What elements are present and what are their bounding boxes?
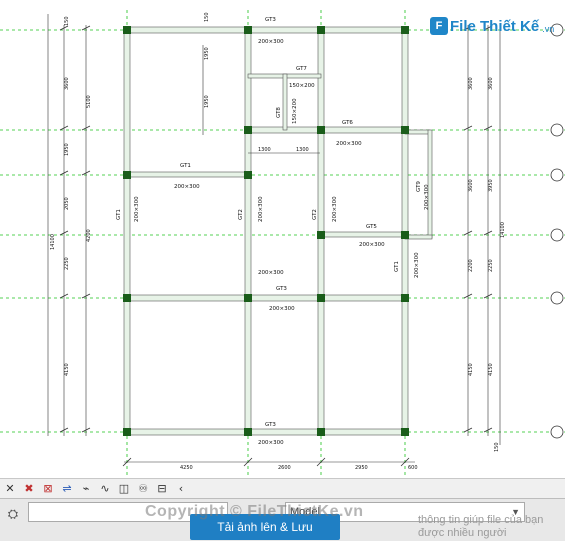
label-section-gt9: 200×300 [424, 184, 430, 210]
label-gt1-h: GT1 [180, 163, 191, 169]
label-gt3-bottom: GT3 [265, 422, 276, 428]
unlink-icon[interactable]: ⌁ [78, 482, 94, 496]
drawing-canvas[interactable]: GT3 GT7 GT6 GT1 GT5 GT3 GT3 200×300 200×… [0, 0, 565, 478]
dim-small-2: 1950 [204, 95, 210, 108]
cut-icon[interactable]: ⊠ [40, 482, 56, 496]
dim-bottom-2: 2600 [278, 465, 291, 471]
dim-right-4: 4150 [468, 363, 474, 376]
dim-right-inner-4: 4150 [488, 363, 494, 376]
dim-total-right: 14100 [500, 222, 506, 238]
grid-bubbles [550, 23, 564, 439]
dim-small-3: 150 [204, 12, 210, 22]
dim-right-inner-2: 3950 [488, 179, 494, 192]
logo-mark-icon: F [430, 17, 448, 35]
beam-labels-vertical: GT1 GT2 GT2 GT1 GT9 GT8 200×300 200×300 … [116, 98, 430, 278]
label-gt5: GT5 [366, 224, 377, 230]
delete-icon[interactable]: ✖ [21, 482, 37, 496]
label-gt3-mid: GT3 [276, 286, 287, 292]
dim-right-inner-3: 2250 [488, 259, 494, 272]
label-gt1-left: GT1 [116, 209, 122, 220]
grid-lines [0, 10, 565, 478]
scroll-left-icon[interactable]: ‹ [173, 482, 189, 496]
label-section-gt2-b: 200×300 [332, 196, 338, 222]
label-section-gt1: 200×300 [174, 184, 200, 190]
dim-mid-2: 1300 [296, 147, 309, 153]
label-section-top: 200×300 [258, 39, 284, 45]
structural-plan: GT3 GT7 GT6 GT1 GT5 GT3 GT3 200×300 200×… [0, 10, 565, 478]
dim-small-4: 150 [494, 442, 500, 452]
label-section-mid2: 200×300 [269, 306, 295, 312]
dim-right-1: 3600 [468, 77, 474, 90]
dim-bottom-4: 600 [408, 465, 418, 471]
filter-icon[interactable]: ⛭ [4, 506, 22, 524]
label-section-bottom: 200×300 [258, 440, 284, 446]
glasses-icon[interactable]: ♾ [135, 482, 151, 496]
label-section-gt2-a: 200×300 [258, 196, 264, 222]
label-section-gt7: 150×200 [289, 83, 315, 89]
label-section-gt1-right: 200×300 [414, 252, 420, 278]
copyright-watermark: Copyright © FileThietKe.vn [145, 503, 364, 520]
hint-text: thông tin giúp file của bạn được nhiều n… [418, 514, 544, 539]
dim-bottom-1: 4250 [180, 465, 193, 471]
camera-icon[interactable]: ◫ [116, 482, 132, 496]
section-icon[interactable]: ⊟ [154, 482, 170, 496]
logo-text: File Thiết Kế [450, 17, 540, 35]
dim-left-1: 3600 [64, 77, 70, 90]
dim-right-inner-1: 3600 [488, 77, 494, 90]
dim-left-inner-3: 4200 [86, 229, 92, 242]
label-section-mid: 200×300 [258, 270, 284, 276]
logo-suffix: .vn [542, 24, 555, 34]
dim-left-inner-1: 5100 [86, 95, 92, 108]
dim-mid-1: 1300 [258, 147, 271, 153]
label-gt2-b: GT2 [312, 209, 318, 220]
label-gt7: GT7 [296, 66, 307, 72]
dim-left-2: 1950 [64, 143, 70, 156]
label-section-gt6: 200×300 [336, 141, 362, 147]
label-gt8: GT8 [276, 107, 282, 118]
label-gt6: GT6 [342, 120, 353, 126]
link-icon[interactable]: ⇌ [59, 482, 75, 496]
beams [123, 26, 433, 436]
label-gt1-right: GT1 [394, 261, 400, 272]
label-section-gt5: 200×300 [359, 242, 385, 248]
label-section-gt1-left: 200×300 [134, 196, 140, 222]
columns [123, 26, 409, 436]
label-gt9: GT9 [416, 181, 422, 192]
dim-left-top: 150 [64, 16, 70, 26]
dim-total-left: 14100 [50, 234, 56, 250]
dim-left-inner-2: 2050 [64, 197, 70, 210]
dim-left-4: 4150 [64, 363, 70, 376]
dimension-texts: 14100 3600 1950 2250 4150 5100 2050 4200… [50, 12, 506, 471]
measure-icon[interactable]: ∿ [97, 482, 113, 496]
dim-right-3: 2200 [468, 259, 474, 272]
label-section-gt8: 150×200 [292, 98, 298, 124]
dim-small-1: 1950 [204, 47, 210, 60]
filethietke-logo: F File Thiết Kế .vn [430, 14, 554, 38]
dim-right-2: 3600 [468, 179, 474, 192]
beam-labels: GT3 GT7 GT6 GT1 GT5 GT3 GT3 200×300 200×… [174, 17, 385, 446]
select-icon[interactable]: ✕ [2, 482, 18, 496]
label-gt2-a: GT2 [238, 209, 244, 220]
quick-toolbar: ✕ ✖ ⊠ ⇌ ⌁ ∿ ◫ ♾ ⊟ ‹ [0, 478, 565, 498]
dim-bottom-3: 2950 [355, 465, 368, 471]
dim-left-3: 2250 [64, 257, 70, 270]
label-gt3-top: GT3 [265, 17, 276, 23]
